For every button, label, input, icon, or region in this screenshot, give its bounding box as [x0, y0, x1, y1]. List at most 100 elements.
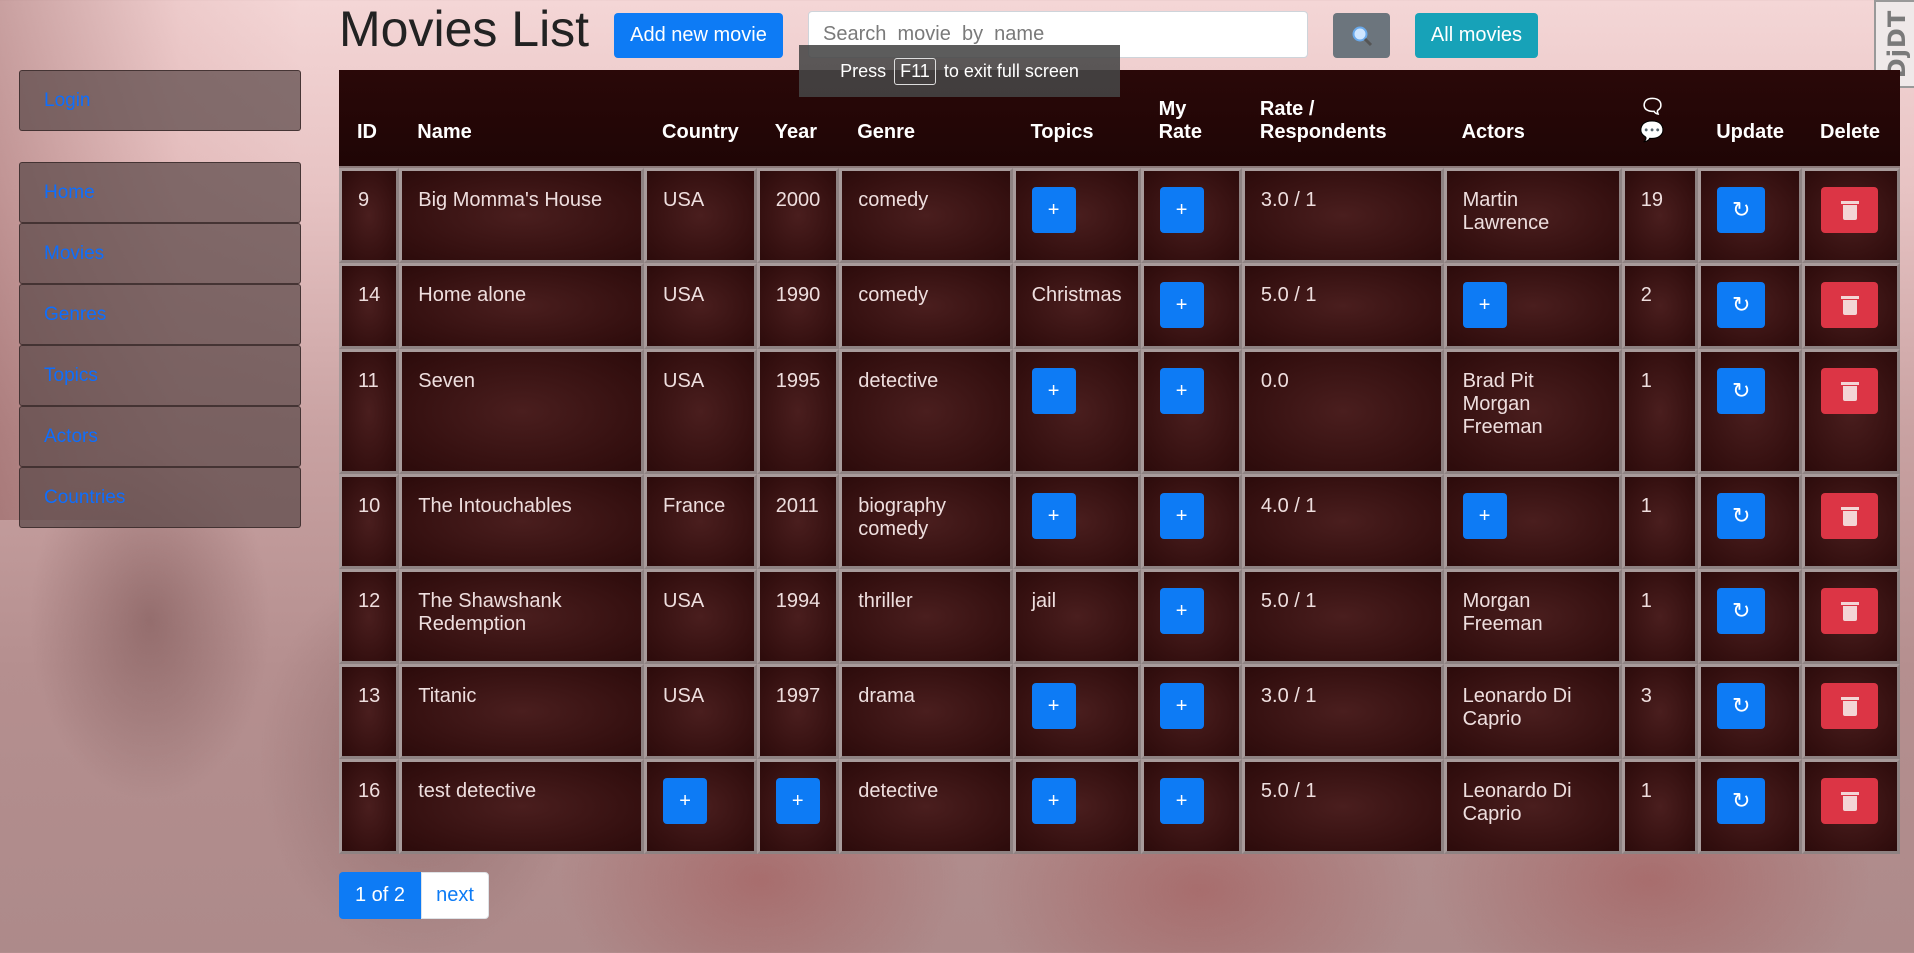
- cell-genre: drama: [839, 664, 1013, 759]
- update-button[interactable]: ↻: [1717, 493, 1766, 539]
- sidebar-item-label: Movies: [44, 242, 105, 264]
- all-movies-button[interactable]: All movies: [1415, 13, 1538, 58]
- cell-rate: 3.0 / 1: [1241, 168, 1444, 263]
- cell-my-rate-cell: +: [1140, 349, 1242, 474]
- search-icon: [1352, 26, 1372, 46]
- sidebar-item-countries[interactable]: Countries: [19, 467, 301, 528]
- cell-genre: comedy: [839, 168, 1013, 263]
- cell-id: 10: [339, 474, 400, 569]
- table-row: 13 Titanic USA 1997 drama + +3.0 / 1 Leonardo D…: [339, 664, 1900, 759]
- cell-year: 1997: [756, 664, 840, 759]
- fullscreen-notice: Press F11 to exit full screen: [799, 45, 1120, 97]
- cell-delete: [1802, 569, 1900, 664]
- cell-my-rate-add-button[interactable]: +: [1159, 778, 1204, 824]
- update-button[interactable]: ↻: [1717, 368, 1766, 414]
- cell-topics: Christmas: [1012, 263, 1141, 349]
- cell-topics-add-button[interactable]: +: [1031, 493, 1076, 539]
- cell-year-add-button[interactable]: +: [775, 778, 820, 824]
- cell-comments: 2: [1621, 263, 1699, 349]
- sidebar-item-label: Topics: [44, 364, 98, 386]
- cell-comments: 3: [1621, 664, 1699, 759]
- movies-table: ID Name Country Year Genre Topics My Rate…: [339, 70, 1900, 854]
- cell-name: Seven: [399, 349, 645, 474]
- update-button[interactable]: ↻: [1717, 187, 1766, 233]
- cell-topics-add-button[interactable]: +: [1031, 778, 1076, 824]
- fullscreen-key: F11: [894, 57, 936, 85]
- cell-actors-add-button[interactable]: +: [1462, 282, 1507, 328]
- cell-topics: jail: [1012, 569, 1141, 664]
- cell-name: The Shawshank Redemption: [399, 569, 645, 664]
- cell-id: 9: [339, 168, 400, 263]
- trash-icon: [1840, 791, 1859, 811]
- cell-update: ↻: [1698, 263, 1802, 349]
- header-my-rate: My Rate: [1140, 70, 1242, 168]
- cell-my-rate-add-button[interactable]: +: [1159, 187, 1204, 233]
- sidebar-item-login[interactable]: Login: [19, 70, 301, 131]
- cell-my-rate-cell: +: [1140, 474, 1242, 569]
- sidebar-item-label: Actors: [44, 425, 98, 447]
- cell-update: ↻: [1698, 759, 1802, 854]
- cell-name: The Intouchables: [399, 474, 645, 569]
- sidebar-item-actors[interactable]: Actors: [19, 406, 301, 467]
- cell-id: 14: [339, 263, 400, 349]
- update-button[interactable]: ↻: [1717, 282, 1766, 328]
- update-button[interactable]: ↻: [1717, 778, 1766, 824]
- speech-bubble-icon: 🗨: [1639, 96, 1666, 118]
- cell-topics-cell: +: [1012, 474, 1141, 569]
- sidebar-item-genres[interactable]: Genres: [19, 284, 301, 345]
- sidebar-item-label: Genres: [44, 303, 107, 325]
- delete-button[interactable]: [1821, 187, 1878, 233]
- trash-icon: [1840, 381, 1859, 401]
- cell-actors: Leonardo Di Caprio: [1443, 664, 1622, 759]
- debug-toolbar-label: DjDT: [1883, 9, 1912, 79]
- search-button[interactable]: [1333, 13, 1390, 58]
- delete-button[interactable]: [1821, 368, 1878, 414]
- cell-delete: [1802, 263, 1900, 349]
- delete-button[interactable]: [1821, 493, 1878, 539]
- cell-year: 2011: [756, 474, 840, 569]
- cell-year: 1995: [756, 349, 840, 474]
- add-movie-button[interactable]: Add new movie: [614, 13, 783, 58]
- sidebar-item-movies[interactable]: Movies: [19, 223, 301, 284]
- cell-country: USA: [644, 168, 757, 263]
- sidebar-item-label: Countries: [44, 486, 126, 508]
- update-button[interactable]: ↻: [1717, 683, 1766, 729]
- cell-my-rate-add-button[interactable]: +: [1159, 588, 1204, 634]
- sidebar-item-label: Login: [44, 89, 91, 111]
- delete-button[interactable]: [1821, 778, 1878, 824]
- cell-topics-add-button[interactable]: +: [1031, 368, 1076, 414]
- fullscreen-notice-prefix: Press: [840, 60, 887, 81]
- cell-my-rate-add-button[interactable]: +: [1159, 368, 1204, 414]
- cell-my-rate-add-button[interactable]: +: [1159, 493, 1204, 539]
- cell-id: 12: [339, 569, 400, 664]
- cell-update: ↻: [1698, 474, 1802, 569]
- table-row: 11 Seven USA 1995 detective + +0.0 Brad Pit Mor…: [339, 349, 1900, 474]
- page-next-link[interactable]: next: [421, 872, 489, 919]
- cell-my-rate-cell: +: [1140, 569, 1242, 664]
- cell-country-add-button[interactable]: +: [663, 778, 708, 824]
- cell-rate: 5.0 / 1: [1241, 759, 1444, 854]
- sidebar-item-topics[interactable]: Topics: [19, 345, 301, 406]
- header-delete: Delete: [1802, 70, 1900, 168]
- cell-actors-cell: +: [1443, 474, 1622, 569]
- cell-my-rate-add-button[interactable]: +: [1159, 683, 1204, 729]
- cell-actors-add-button[interactable]: +: [1462, 493, 1507, 539]
- delete-button[interactable]: [1821, 588, 1878, 634]
- cell-year-cell: +: [756, 759, 840, 854]
- sidebar-item-home[interactable]: Home: [19, 162, 301, 223]
- cell-actors: Leonardo Di Caprio: [1443, 759, 1622, 854]
- cell-year: 2000: [756, 168, 840, 263]
- cell-genre: comedy: [839, 263, 1013, 349]
- delete-button[interactable]: [1821, 683, 1878, 729]
- update-button[interactable]: ↻: [1717, 588, 1766, 634]
- trash-icon: [1840, 200, 1859, 220]
- cell-rate: 5.0 / 1: [1241, 569, 1444, 664]
- cell-delete: [1802, 168, 1900, 263]
- cell-my-rate-add-button[interactable]: +: [1159, 282, 1204, 328]
- cell-topics-add-button[interactable]: +: [1031, 187, 1076, 233]
- cell-my-rate-cell: +: [1140, 759, 1242, 854]
- cell-comments: 1: [1621, 759, 1699, 854]
- cell-topics-add-button[interactable]: +: [1031, 683, 1076, 729]
- cell-id: 16: [339, 759, 400, 854]
- delete-button[interactable]: [1821, 282, 1878, 328]
